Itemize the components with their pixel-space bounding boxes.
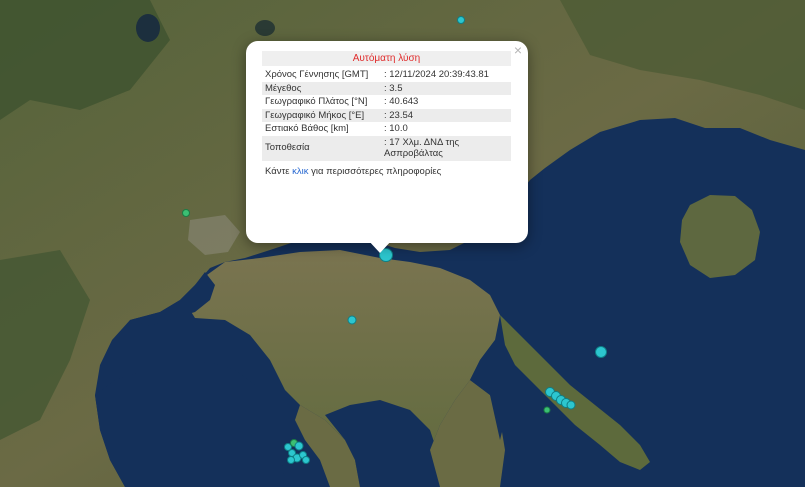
earthquake-marker[interactable] (294, 441, 304, 451)
row-value-latitude: : 40.643 (376, 95, 511, 109)
row-value-location: : 17 Χλμ. ΔΝΔ της Ασπροβάλτας (376, 135, 511, 161)
close-icon[interactable]: × (514, 43, 522, 57)
row-label-longitude: Γεωγραφικό Μήκος [°E] (262, 108, 376, 122)
earthquake-marker[interactable] (302, 456, 310, 464)
row-label-location: Τοποθεσία (262, 135, 376, 161)
earthquake-marker[interactable] (543, 406, 551, 414)
row-value-depth: : 10.0 (376, 122, 511, 136)
row-label-magnitude: Μέγεθος (262, 81, 376, 95)
earthquake-marker[interactable] (287, 456, 295, 464)
table-row: Γεωγραφικό Πλάτος [°N] : 40.643 (262, 95, 511, 109)
table-row: Τοποθεσία : 17 Χλμ. ΔΝΔ της Ασπροβάλτας (262, 135, 511, 161)
popup-tip (367, 239, 393, 253)
row-value-origin-time: : 12/11/2024 20:39:43.81 (376, 68, 511, 82)
earthquake-info-table: Χρόνος Γέννησης [GMT] : 12/11/2024 20:39… (262, 68, 511, 161)
more-info-text: Κάντε κλικ για περισσότερες πληροφορίες (262, 166, 511, 177)
table-row: Γεωγραφικό Μήκος [°E] : 23.54 (262, 108, 511, 122)
row-label-origin-time: Χρόνος Γέννησης [GMT] (262, 68, 376, 82)
more-info-prefix: Κάντε (265, 165, 293, 177)
earthquake-marker[interactable] (457, 16, 465, 24)
earthquake-marker[interactable] (595, 346, 607, 358)
row-value-longitude: : 23.54 (376, 108, 511, 122)
table-row: Εστιακό Βάθος [km] : 10.0 (262, 122, 511, 136)
more-info-suffix: για περισσότερες πληροφορίες (308, 165, 442, 177)
satellite-map[interactable]: × Αυτόματη λύση Χρόνος Γέννησης [GMT] : … (0, 0, 805, 487)
earthquake-marker[interactable] (566, 400, 576, 410)
popup-title: Αυτόματη λύση (262, 51, 511, 66)
earthquake-info-popup: × Αυτόματη λύση Χρόνος Γέννησης [GMT] : … (246, 41, 528, 253)
more-info-link[interactable]: κλικ (292, 166, 308, 177)
row-value-magnitude: : 3.5 (376, 81, 511, 95)
earthquake-marker[interactable] (182, 209, 190, 217)
table-row: Χρόνος Γέννησης [GMT] : 12/11/2024 20:39… (262, 68, 511, 82)
row-label-depth: Εστιακό Βάθος [km] (262, 122, 376, 136)
earthquake-marker[interactable] (347, 315, 357, 325)
row-label-latitude: Γεωγραφικό Πλάτος [°N] (262, 95, 376, 109)
table-row: Μέγεθος : 3.5 (262, 81, 511, 95)
